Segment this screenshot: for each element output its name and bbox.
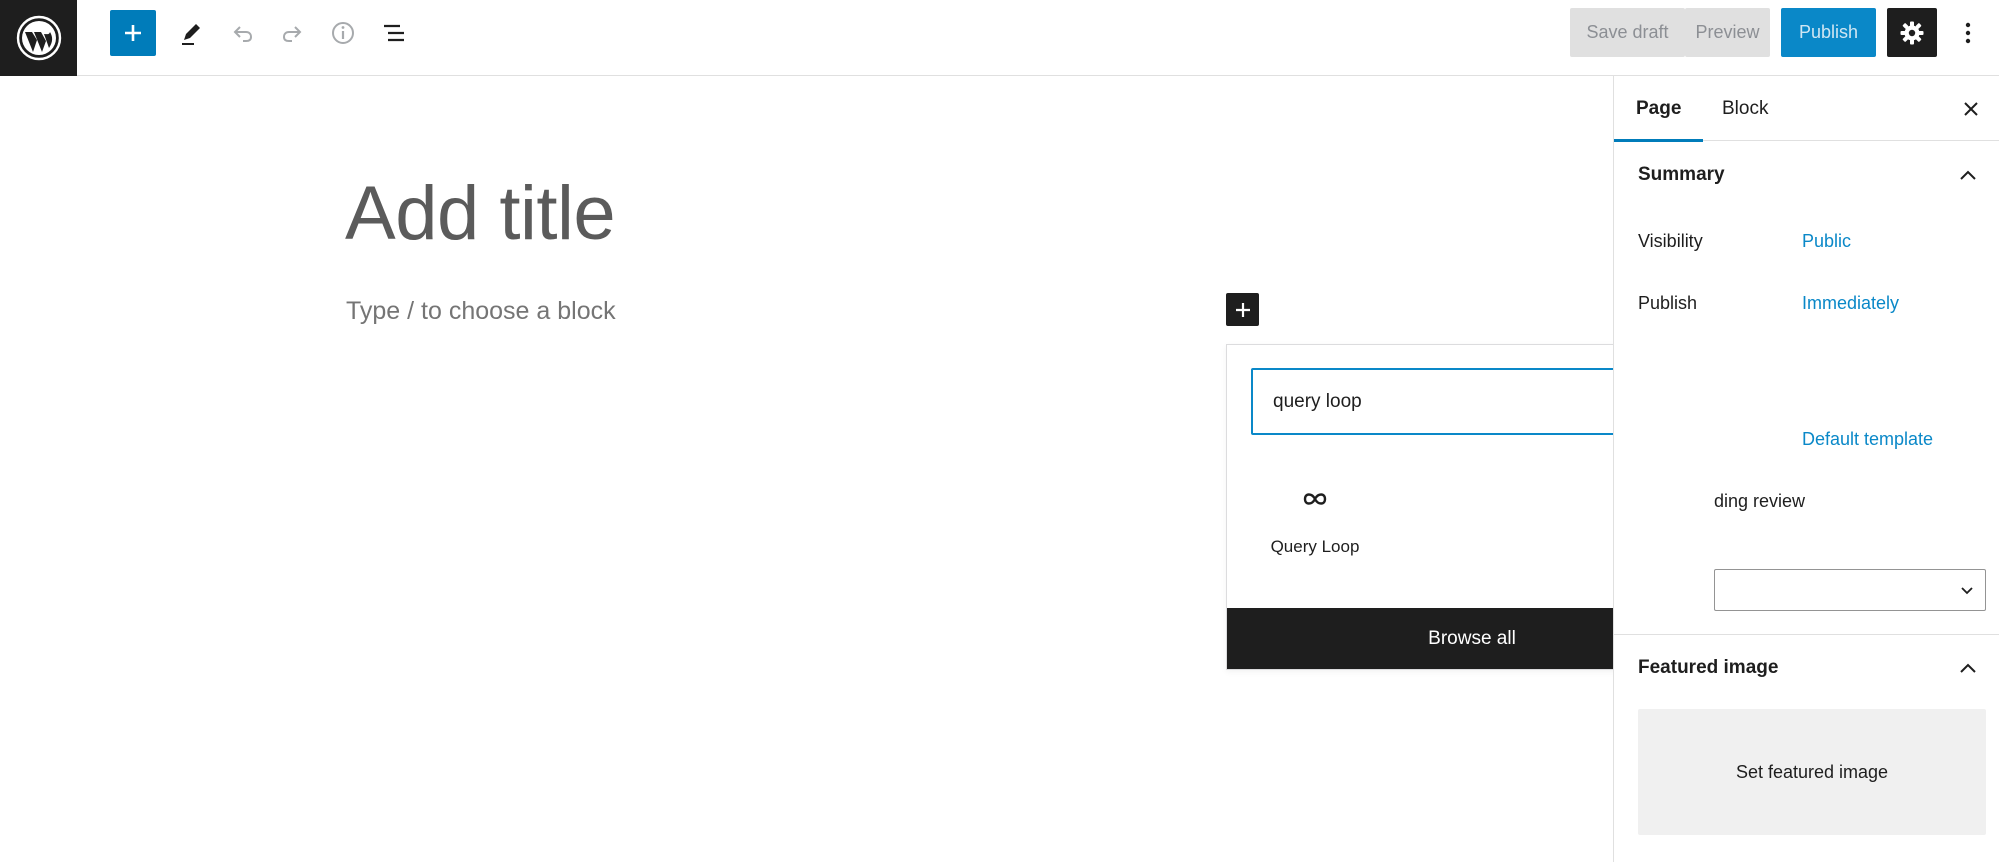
gear-icon	[1900, 21, 1924, 44]
set-featured-image-button[interactable]: Set featured image	[1638, 709, 1986, 835]
panel-divider	[1614, 634, 1999, 635]
chevron-down-icon	[1957, 580, 1977, 600]
chevron-up-icon	[1956, 163, 1980, 187]
chevron-up-icon	[1956, 656, 1980, 680]
pencil-icon[interactable]	[168, 10, 214, 56]
tab-block[interactable]: Block	[1722, 76, 1768, 141]
featured-image-panel-toggle[interactable]: Featured image	[1614, 638, 1999, 698]
template-toggle[interactable]: Default template	[1802, 429, 1933, 450]
info-icon[interactable]	[320, 10, 366, 56]
block-search-input[interactable]	[1273, 370, 1613, 433]
loop-icon	[1295, 479, 1335, 519]
block-result-query-loop[interactable]: Query Loop	[1251, 475, 1379, 575]
block-result-label: Query Loop	[1270, 537, 1360, 556]
visibility-toggle[interactable]: Public	[1802, 231, 1851, 252]
close-sidebar-icon[interactable]	[1956, 94, 1986, 124]
summary-panel-title: Summary	[1638, 164, 1725, 185]
post-title-placeholder[interactable]: Add title	[345, 170, 616, 257]
block-appender-placeholder[interactable]: Type / to choose a block	[346, 297, 616, 326]
undo-icon[interactable]	[219, 10, 265, 56]
visibility-label: Visibility	[1638, 231, 1703, 251]
sidebar-tabs: Page Block	[1613, 76, 1999, 142]
pending-review-label[interactable]: ding review	[1714, 491, 1805, 512]
block-inserter-button[interactable]	[110, 10, 156, 56]
publish-label: Publish	[1638, 293, 1698, 313]
plus-icon	[1235, 302, 1250, 317]
author-select[interactable]	[1714, 569, 1986, 611]
quick-inserter-button[interactable]	[1226, 293, 1259, 326]
summary-panel-toggle[interactable]: Summary	[1614, 145, 1999, 205]
featured-image-panel-title: Featured image	[1638, 657, 1779, 678]
redo-icon[interactable]	[270, 10, 316, 56]
list-view-icon[interactable]	[371, 10, 417, 56]
tab-page[interactable]: Page	[1613, 76, 1705, 142]
settings-sidebar: Page Block Summary Visibility Public Pub…	[1613, 76, 1999, 862]
wordpress-logo-icon[interactable]	[0, 0, 77, 76]
settings-button[interactable]	[1887, 8, 1937, 57]
more-options-icon[interactable]	[1945, 8, 1991, 57]
publish-date-toggle[interactable]: Immediately	[1802, 293, 1899, 314]
save-draft-button[interactable]: Save draft	[1570, 8, 1685, 57]
preview-button[interactable]: Preview	[1685, 8, 1770, 57]
editor-header: Save draft Preview Publish	[0, 0, 1999, 76]
publish-button[interactable]: Publish	[1781, 8, 1876, 57]
